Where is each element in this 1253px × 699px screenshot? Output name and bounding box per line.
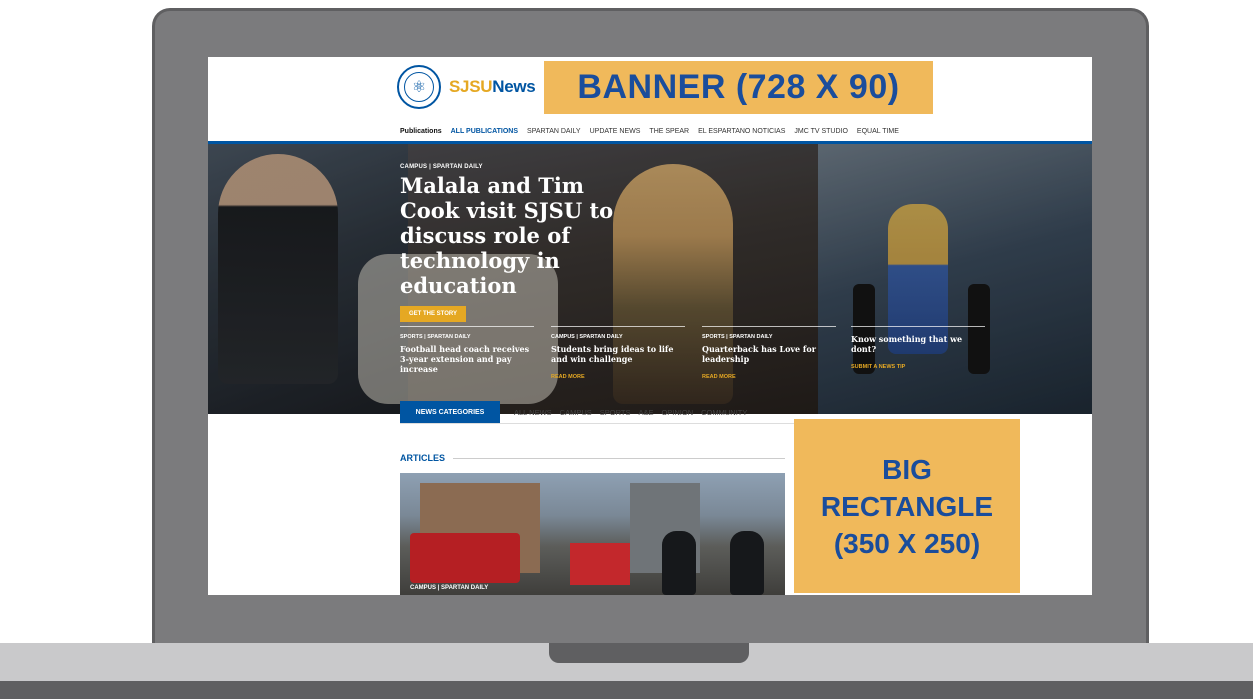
university-seal-icon[interactable]: ⚛ [397, 65, 441, 109]
hero-story: CAMPUS | SPARTAN DAILY Malala and Tim Co… [400, 164, 650, 322]
story-kicker[interactable]: SPORTS | SPARTAN DAILY [702, 334, 836, 340]
submit-news-tip-link[interactable]: SUBMIT A NEWS TIP [851, 364, 985, 370]
news-tip-card: Know something that we dont? SUBMIT A NE… [851, 326, 985, 370]
read-more-link[interactable]: READ MORE [702, 374, 836, 380]
article-kicker[interactable]: CAMPUS | SPARTAN DAILY [410, 585, 488, 591]
articles-heading-rule [453, 457, 785, 459]
pubnav-el-espartano[interactable]: EL ESPARTANO NOTICIAS [698, 128, 785, 135]
news-tip-title: Know something that we dont? [851, 334, 963, 354]
logo-accent: News [492, 77, 536, 96]
pubnav-jmc-tv-studio[interactable]: JMC TV STUDIO [794, 128, 848, 135]
ad-label-line: BIG [882, 453, 932, 485]
news-categories-links: ALL NEWS CAMPUS SPORTS A&E OPINION COMMU… [514, 408, 747, 417]
logo-main: SJSU [449, 77, 493, 96]
story-card[interactable]: CAMPUS | SPARTAN DAILY Students bring id… [551, 326, 685, 384]
story-kicker[interactable]: CAMPUS | SPARTAN DAILY [551, 334, 685, 340]
hero-headline[interactable]: Malala and Tim Cook visit SJSU to discus… [400, 173, 650, 298]
category-all-news[interactable]: ALL NEWS [514, 408, 552, 417]
story-card[interactable]: SPORTS | SPARTAN DAILY Quarterback has L… [702, 326, 836, 384]
ad-label-line: RECTANGLE [820, 490, 994, 522]
site-logo[interactable]: SJSUNews [449, 77, 536, 97]
pubnav-the-spear[interactable]: THE SPEAR [649, 128, 689, 135]
category-campus[interactable]: CAMPUS [560, 408, 592, 417]
story-kicker[interactable]: SPORTS | SPARTAN DAILY [400, 334, 534, 340]
articles-heading-label: ARTICLES [400, 453, 445, 463]
publications-nav-label: Publications [400, 128, 442, 135]
ad-label-line: (350 X 250) [833, 527, 981, 559]
hero-kicker[interactable]: CAMPUS | SPARTAN DAILY [400, 164, 650, 170]
category-ae[interactable]: A&E [638, 408, 653, 417]
big-rectangle-ad-placeholder[interactable]: BIG RECTANGLE (350 X 250) [794, 419, 1020, 593]
site-header: ⚛ SJSUNews BANNER (728 X 90) [208, 57, 1092, 125]
read-more-link[interactable]: READ MORE [551, 374, 685, 380]
story-title[interactable]: Students bring ideas to life and win cha… [551, 344, 685, 364]
seal-torch-icon: ⚛ [404, 72, 434, 102]
pubnav-all-publications[interactable]: ALL PUBLICATIONS [451, 128, 518, 135]
category-sports[interactable]: SPORTS [600, 408, 631, 417]
story-title[interactable]: Quarterback has Love for leadership [702, 344, 836, 364]
laptop-base-edge [0, 681, 1253, 699]
article-photo-firetruck [570, 543, 630, 585]
article-photo-officer [662, 531, 696, 595]
story-card[interactable]: SPORTS | SPARTAN DAILY Football head coa… [400, 326, 534, 384]
pubnav-spartan-daily[interactable]: SPARTAN DAILY [527, 128, 581, 135]
story-title[interactable]: Football head coach receives 3-year exte… [400, 344, 534, 374]
get-the-story-button[interactable]: GET THE STORY [400, 306, 467, 322]
article-photo-officer [730, 531, 764, 595]
secondary-stories: SPORTS | SPARTAN DAILY Football head coa… [400, 326, 836, 384]
pubnav-update-news[interactable]: UPDATE NEWS [590, 128, 641, 135]
article-card[interactable]: CAMPUS | SPARTAN DAILY [400, 473, 785, 595]
laptop-screen: ⚛ SJSUNews BANNER (728 X 90) Publication… [208, 57, 1092, 595]
pubnav-equal-time[interactable]: EQUAL TIME [857, 128, 899, 135]
publications-nav: Publications ALL PUBLICATIONS SPARTAN DA… [400, 128, 899, 135]
hero-section: CAMPUS | SPARTAN DAILY Malala and Tim Co… [208, 144, 1092, 414]
banner-ad-placeholder[interactable]: BANNER (728 X 90) [544, 61, 933, 114]
category-opinion[interactable]: OPINION [661, 408, 693, 417]
laptop-notch [549, 643, 749, 663]
news-categories-label[interactable]: NEWS CATEGORIES [400, 401, 500, 423]
articles-heading: ARTICLES [400, 453, 785, 463]
article-photo-firetruck [410, 533, 520, 583]
category-community[interactable]: COMMUNITY [701, 408, 747, 417]
